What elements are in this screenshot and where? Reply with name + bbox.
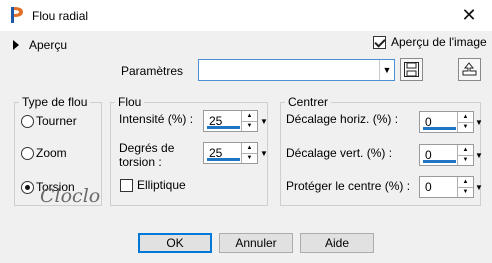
decrement-icon[interactable]: ▼ [241,153,257,163]
h-offset-slider-bar[interactable] [423,127,456,130]
twist-dropdown-icon[interactable]: ▼ [259,143,269,163]
elliptical-label: Elliptique [137,178,186,192]
radio-tourner-dot[interactable] [21,114,34,128]
intensity-slider-bar[interactable] [207,126,240,129]
close-icon: ✕ [461,5,477,25]
chevron-down-icon[interactable]: ▼ [379,60,394,80]
increment-icon[interactable]: ▲ [457,177,473,188]
reset-icon [462,62,477,76]
v-offset-dropdown-icon[interactable]: ▼ [474,145,484,165]
presets-dropdown[interactable]: ▼ [198,59,395,81]
cancel-button[interactable]: Annuler [219,233,293,253]
h-offset-label: Décalage horiz. (%) : [286,112,399,126]
window-title: Flou radial [32,9,89,23]
radio-zoom[interactable]: Zoom [21,146,67,160]
preview-expander-label: Aperçu [29,38,68,52]
radio-zoom-dot[interactable] [21,146,34,160]
increment-icon[interactable]: ▲ [241,111,257,122]
radial-blur-dialog: Flou radial ✕ Aperçu Aperçu de l'image P… [0,0,492,263]
help-button[interactable]: Aide [300,233,374,253]
h-offset-spinner[interactable]: 0 ▲ ▼ [419,111,474,133]
blur-group: Flou Intensité (%) : 25 ▲ ▼ ▼ Degrés de t… [110,95,269,206]
increment-icon[interactable]: ▲ [457,145,473,156]
v-offset-slider-bar[interactable] [423,160,456,163]
preview-expander[interactable]: Aperçu [13,38,67,52]
app-icon [11,7,23,23]
intensity-spinner[interactable]: 25 ▲ ▼ [203,110,258,132]
protect-center-value[interactable]: 0 [425,180,432,194]
radio-tourner[interactable]: Tourner [21,114,77,128]
radio-zoom-label: Zoom [36,146,67,160]
twist-spinner[interactable]: 25 ▲ ▼ [203,142,258,164]
cloclo-watermark: Cloclo [40,185,101,207]
center-group: Centrer Décalage horiz. (%) : 0 ▲ ▼ ▼ Déc… [280,95,484,206]
decrement-icon[interactable]: ▼ [241,121,257,131]
reset-defaults-button[interactable] [458,58,481,81]
decrement-icon[interactable]: ▼ [457,155,473,165]
decrement-icon[interactable]: ▼ [457,187,473,197]
h-offset-dropdown-icon[interactable]: ▼ [474,112,484,132]
elliptical-check-box[interactable] [120,178,133,192]
blur-title: Flou [115,95,145,109]
floppy-disk-icon [404,62,419,77]
v-offset-spinner[interactable]: 0 ▲ ▼ [419,144,474,166]
intensity-dropdown-icon[interactable]: ▼ [259,111,269,131]
decrement-icon[interactable]: ▼ [457,122,473,132]
protect-center-dropdown-icon[interactable]: ▼ [474,177,484,197]
twist-slider-bar[interactable] [207,158,240,161]
protect-center-label: Protéger le centre (%) : [286,179,411,193]
blur-type-title: Type de flou [19,95,91,109]
ok-button[interactable]: OK [138,233,212,253]
twist-label-line1: Degrés de [119,141,175,155]
save-preset-button[interactable] [400,58,423,81]
radio-tourner-label: Tourner [36,114,77,128]
increment-icon[interactable]: ▲ [457,112,473,123]
expand-triangle-icon [13,40,19,50]
close-button[interactable]: ✕ [446,0,492,31]
center-title: Centrer [285,95,332,109]
increment-icon[interactable]: ▲ [241,143,257,154]
protect-center-spinner[interactable]: 0 ▲ ▼ [419,176,474,198]
twist-label-line2: torsion : [119,155,162,169]
title-bar: Flou radial ✕ [0,0,492,31]
presets-label: Paramètres [121,64,184,78]
elliptical-checkbox[interactable]: Elliptique [120,178,186,192]
radio-torsion-dot[interactable] [21,180,34,194]
v-offset-label: Décalage vert. (%) : [286,146,393,160]
image-preview-check-box[interactable] [373,35,386,49]
image-preview-checkbox[interactable]: Aperçu de l'image [373,35,487,49]
intensity-label: Intensité (%) : [119,112,194,126]
image-preview-label: Aperçu de l'image [391,35,487,49]
